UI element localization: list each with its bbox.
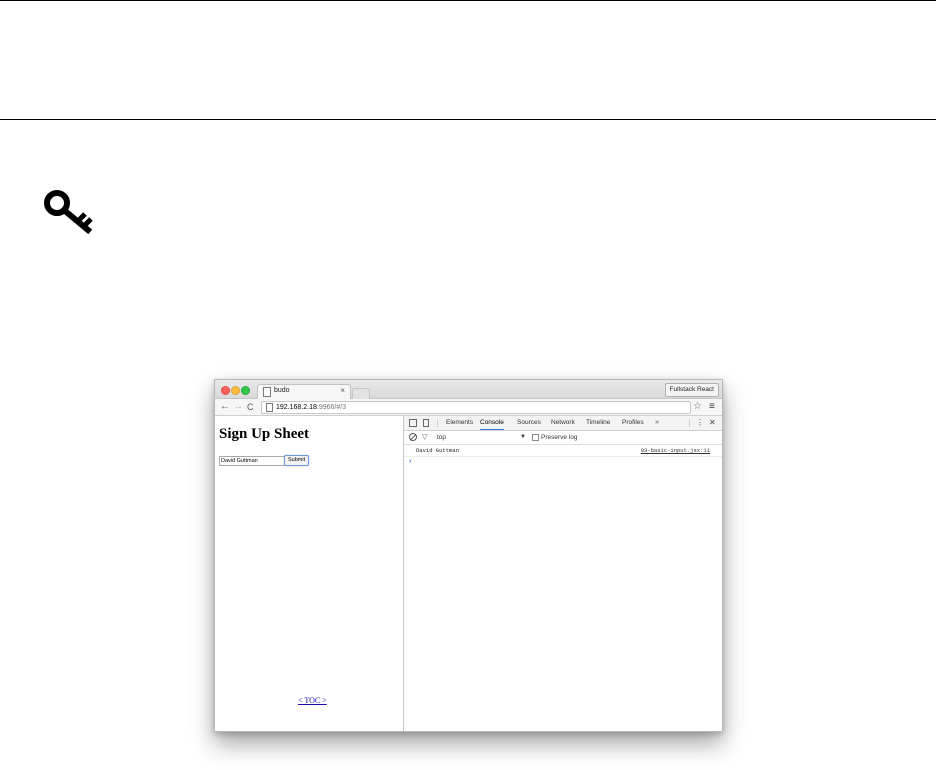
context-selector[interactable]: top — [437, 431, 446, 444]
profile-button[interactable]: Fullstack React — [664, 383, 719, 397]
filter-icon[interactable]: ▽ — [422, 432, 427, 443]
title-bar: budo × Fullstack React — [215, 380, 722, 399]
url-text: 192.168.2.18:9966/#/3 — [276, 402, 346, 413]
devtools-tab-bar: Elements Console Sources Network Timelin… — [404, 416, 722, 431]
console-message: David Guttman 03-basic-input.jsx:11 — [404, 446, 722, 457]
forward-icon[interactable]: → — [233, 400, 243, 414]
top-rule — [0, 0, 936, 1]
preserve-log-label: Preserve log — [541, 434, 578, 441]
close-tab-icon[interactable]: × — [340, 386, 345, 395]
page-icon — [263, 387, 271, 397]
console-toolbar: ▽ top ▼ Preserve log — [404, 431, 722, 445]
tab-elements[interactable]: Elements — [446, 416, 473, 430]
browser-window: budo × Fullstack React ← → C 192.168.2.1… — [214, 379, 723, 732]
tab-profiles[interactable]: Profiles — [622, 416, 644, 430]
page-content: Sign Up Sheet David Guttman Submit < TOC… — [215, 416, 404, 731]
new-tab-button[interactable] — [352, 388, 370, 399]
browser-toolbar: ← → C 192.168.2.18:9966/#/3 ☆ ≡ — [215, 399, 722, 416]
address-bar[interactable]: 192.168.2.18:9966/#/3 — [261, 401, 691, 414]
chevron-down-icon[interactable]: ▼ — [520, 431, 526, 444]
device-icon[interactable] — [423, 419, 429, 427]
preserve-log-checkbox[interactable] — [532, 434, 539, 441]
tab-timeline[interactable]: Timeline — [586, 416, 610, 430]
url-path: :9966/#/3 — [316, 404, 347, 411]
clear-console-icon[interactable] — [409, 433, 417, 441]
console-prompt[interactable]: › — [409, 457, 411, 467]
menu-icon[interactable]: ≡ — [709, 401, 715, 412]
divider — [689, 419, 690, 427]
divider — [437, 419, 438, 427]
tab-title: budo — [274, 387, 290, 394]
section-rule — [0, 119, 936, 120]
toc-link[interactable]: < TOC > — [298, 696, 327, 705]
inspect-icon[interactable] — [409, 419, 417, 427]
log-text: David Guttman — [416, 447, 459, 454]
reload-icon[interactable]: C — [247, 400, 254, 414]
close-window-button[interactable] — [221, 386, 230, 395]
more-tabs-icon[interactable]: » — [655, 416, 659, 430]
back-icon[interactable]: ← — [220, 400, 230, 414]
star-icon[interactable]: ☆ — [693, 401, 702, 412]
zoom-window-button[interactable] — [241, 386, 250, 395]
tab-network[interactable]: Network — [551, 416, 575, 430]
page-icon — [266, 403, 273, 412]
tab-console[interactable]: Console — [480, 416, 504, 430]
browser-tab[interactable]: budo × — [257, 384, 351, 399]
tab-sources[interactable]: Sources — [517, 416, 541, 430]
devtools-panel: Elements Console Sources Network Timelin… — [404, 416, 722, 731]
page-title: Sign Up Sheet — [219, 426, 310, 442]
kebab-menu-icon[interactable]: ⋮ — [696, 416, 704, 430]
submit-button[interactable]: Submit — [284, 455, 310, 466]
minimize-window-button[interactable] — [231, 386, 240, 395]
url-host: 192.168.2.18 — [276, 404, 317, 411]
name-input[interactable]: David Guttman — [219, 456, 285, 466]
close-devtools-icon[interactable]: ✕ — [709, 416, 716, 430]
key-icon — [44, 190, 93, 234]
log-source-link[interactable]: 03-basic-input.jsx:11 — [641, 446, 710, 456]
